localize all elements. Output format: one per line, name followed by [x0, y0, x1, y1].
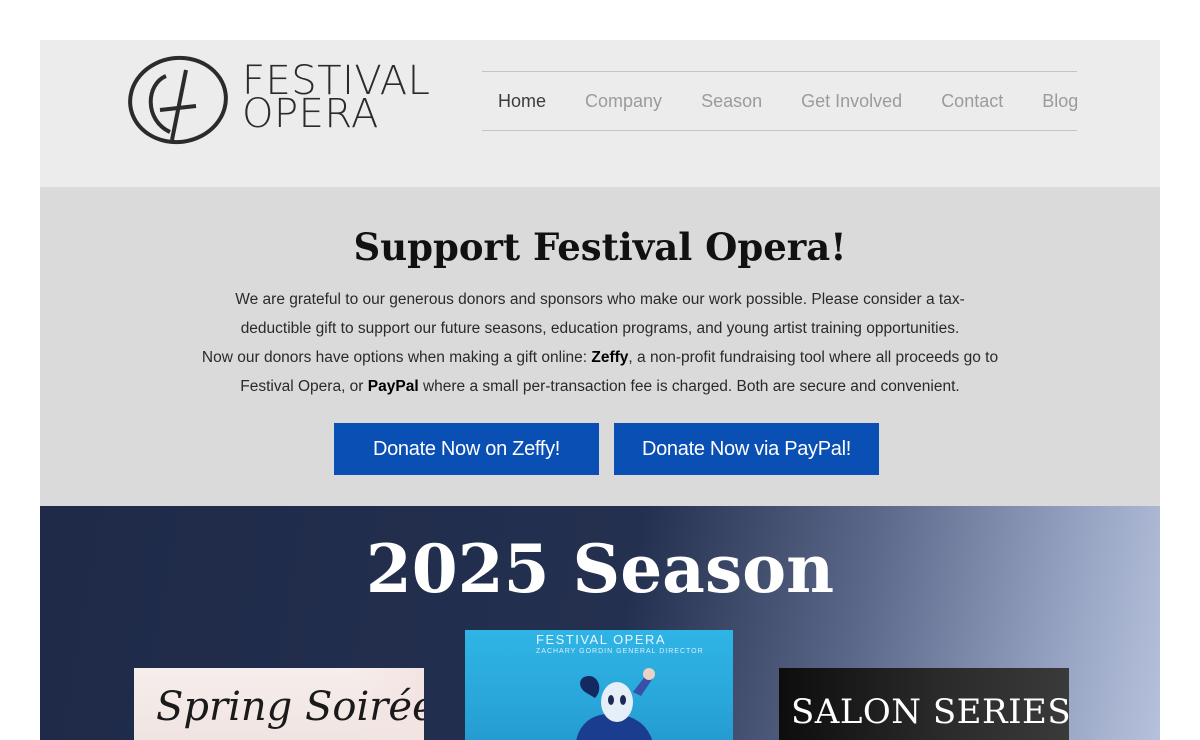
nav-item-get-involved[interactable]: Get Involved [801, 91, 902, 112]
zeffy-mention: Zeffy [591, 349, 629, 366]
support-text-part: Now our donors have options when making … [201, 349, 592, 366]
support-text: We are grateful to our generous donors a… [200, 285, 1000, 401]
support-text-part: where a small per-transaction fee is cha… [418, 378, 960, 395]
poster-subtitle: ZACHARY GORDIN GENERAL DIRECTOR [536, 648, 704, 655]
donate-zeffy-button[interactable]: Donate Now on Zeffy! [334, 423, 599, 475]
page: FESTIVAL OPERA Home Company Season Get I… [40, 40, 1160, 740]
nav-item-blog[interactable]: Blog [1042, 91, 1078, 112]
salon-series-card[interactable]: SALON SERIES [779, 668, 1069, 740]
nav-item-home[interactable]: Home [498, 91, 546, 112]
festival-opera-logo[interactable]: FESTIVAL OPERA [126, 50, 446, 150]
nav-item-contact[interactable]: Contact [941, 91, 1003, 112]
support-title: Support Festival Opera! [353, 225, 847, 269]
support-section: Support Festival Opera! We are grateful … [40, 187, 1160, 506]
logo-wordmark: FESTIVAL OPERA [242, 61, 430, 134]
nav-item-company[interactable]: Company [585, 91, 662, 112]
masked-figure-illustration-icon [576, 668, 655, 740]
paypal-mention: PayPal [367, 378, 419, 395]
poster-brand: FESTIVAL OPERA [536, 632, 667, 647]
opera-poster-card[interactable]: FESTIVAL OPERA ZACHARY GORDIN GENERAL DI… [465, 630, 733, 740]
salon-series-title: SALON SERIES [791, 692, 1069, 732]
nav-item-season[interactable]: Season [701, 91, 762, 112]
season-section: 2025 Season Spring Soirée FESTIVAL OPERA… [40, 506, 1160, 740]
fo-monogram-icon [128, 55, 228, 145]
season-title: 2025 Season [365, 530, 835, 608]
site-header: FESTIVAL OPERA Home Company Season Get I… [40, 40, 1160, 187]
main-nav: Home Company Season Get Involved Contact… [482, 71, 1078, 131]
donate-paypal-button[interactable]: Donate Now via PayPal! [614, 423, 879, 475]
spring-soiree-card[interactable]: Spring Soirée [134, 668, 424, 740]
support-paragraph-1: We are grateful to our generous donors a… [235, 291, 965, 337]
support-paragraph-2: Now our donors have options when making … [200, 343, 1000, 401]
spring-soiree-title: Spring Soirée [156, 684, 424, 730]
